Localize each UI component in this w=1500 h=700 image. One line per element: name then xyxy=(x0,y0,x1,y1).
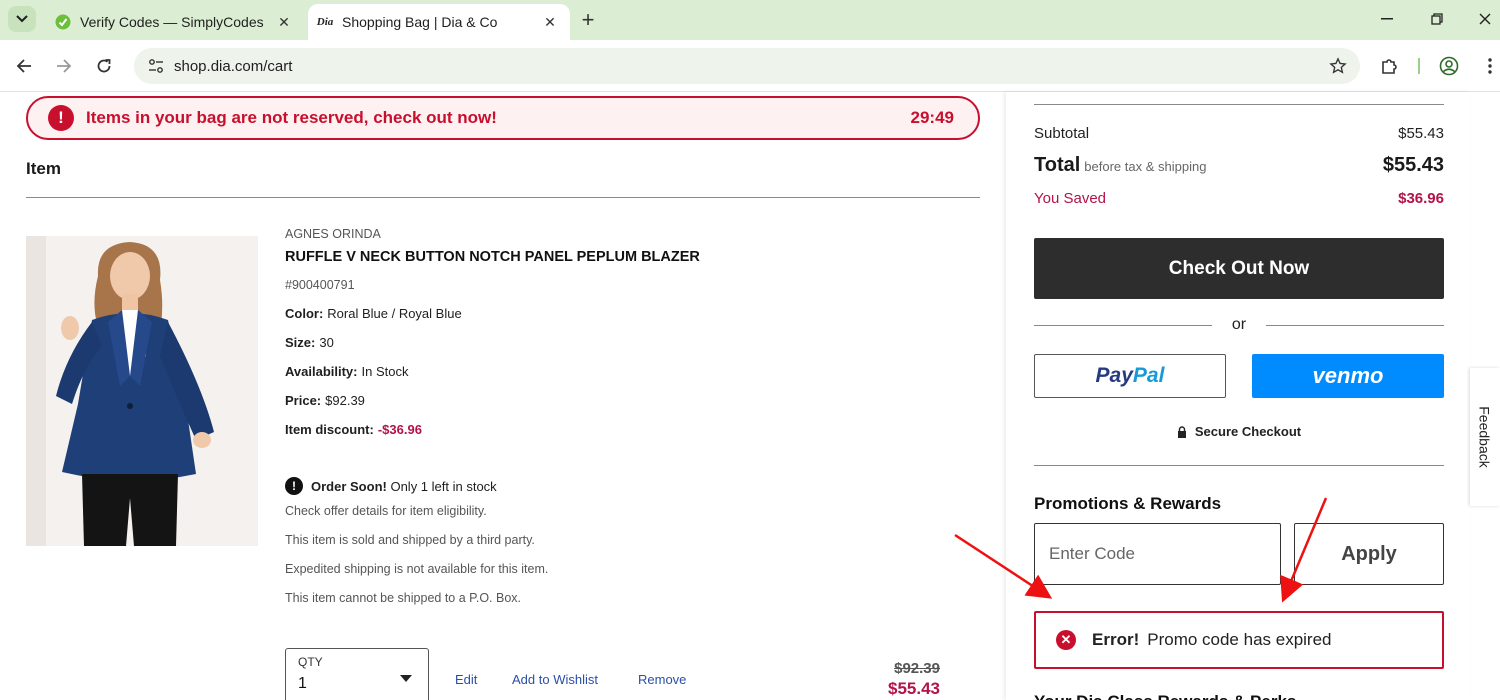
browser-toolbar: shop.dia.com/cart xyxy=(0,40,1500,92)
bookmark-star-icon[interactable] xyxy=(1320,57,1356,75)
quantity-select[interactable]: QTY 1 xyxy=(285,648,429,700)
divider xyxy=(26,197,980,198)
reload-icon xyxy=(97,59,111,73)
arrow-left-icon xyxy=(16,59,31,73)
browser-menu-icon[interactable] xyxy=(1478,54,1500,78)
remove-link[interactable]: Remove xyxy=(638,672,686,687)
reservation-alert-banner: ! Items in your bag are not reserved, ch… xyxy=(26,96,980,140)
qty-value: 1 xyxy=(298,675,307,692)
close-window-button[interactable] xyxy=(1470,8,1500,30)
dia-logo-icon: Dia xyxy=(316,16,334,28)
edit-link[interactable]: Edit xyxy=(455,672,477,687)
cart-page: ! Items in your bag are not reserved, ch… xyxy=(0,92,1500,700)
tab-shopping-bag[interactable]: Dia Shopping Bag | Dia & Co ✕ xyxy=(308,4,570,40)
simplycodes-icon xyxy=(54,13,72,31)
product-size: Size: 30 xyxy=(285,335,334,350)
total-value: $55.43 xyxy=(1382,154,1444,176)
item-note: Expedited shipping is not available for … xyxy=(285,562,549,576)
venmo-button[interactable]: venmo xyxy=(1252,354,1444,398)
toolbar-divider xyxy=(1418,58,1420,74)
check-out-now-button[interactable]: Check Out Now xyxy=(1034,238,1444,299)
profile-avatar-icon[interactable] xyxy=(1437,54,1461,78)
error-x-icon: ✕ xyxy=(1056,630,1076,650)
restore-button[interactable] xyxy=(1422,8,1452,30)
original-price: $92.39 xyxy=(894,660,940,677)
item-column-heading: Item xyxy=(26,159,61,178)
extensions-puzzle-icon[interactable] xyxy=(1378,54,1402,78)
reload-button[interactable] xyxy=(92,54,116,78)
tab-title: Verify Codes — SimplyCodes xyxy=(80,14,264,30)
arrow-right-icon xyxy=(57,59,72,73)
subtotal-row: Subtotal $55.43 xyxy=(1034,125,1444,142)
saved-value: $36.96 xyxy=(1398,190,1444,207)
tab-verify-codes[interactable]: Verify Codes — SimplyCodes ✕ xyxy=(46,4,304,40)
address-bar[interactable]: shop.dia.com/cart xyxy=(134,48,1360,84)
minimize-button[interactable] xyxy=(1372,8,1402,30)
order-summary-panel: Subtotal $55.43 Total before tax & shippi… xyxy=(1006,92,1470,700)
sale-price: $55.43 xyxy=(888,679,940,698)
dropdown-caret-icon xyxy=(400,675,412,682)
alert-icon: ! xyxy=(48,105,74,131)
item-note: This item cannot be shipped to a P.O. Bo… xyxy=(285,591,522,605)
rewards-heading: Your Dia Class Rewards & Perks xyxy=(1034,692,1296,700)
exclamation-icon: ! xyxy=(285,477,303,495)
url-text: shop.dia.com/cart xyxy=(174,57,293,75)
or-divider: or xyxy=(1034,316,1445,334)
you-saved-row: You Saved $36.96 xyxy=(1034,190,1444,207)
product-price: Price: $92.39 xyxy=(285,393,365,408)
apply-promo-button[interactable]: Apply xyxy=(1294,523,1444,585)
lock-icon xyxy=(1177,425,1187,438)
product-brand: AGNES ORINDA xyxy=(285,227,381,241)
add-to-wishlist-link[interactable]: Add to Wishlist xyxy=(512,672,598,687)
countdown-timer: 29:49 xyxy=(910,108,954,127)
feedback-tab[interactable]: Feedback xyxy=(1470,368,1500,506)
site-settings-icon[interactable] xyxy=(138,58,174,74)
tab-title: Shopping Bag | Dia & Co xyxy=(342,14,498,30)
forward-button[interactable] xyxy=(52,54,76,78)
product-image[interactable] xyxy=(26,236,258,546)
product-sku: #900400791 xyxy=(285,278,355,292)
product-availability: Availability: In Stock xyxy=(285,364,409,379)
paypal-button[interactable]: Pay Pal xyxy=(1034,354,1226,398)
secure-checkout-label: Secure Checkout xyxy=(1034,424,1444,439)
product-item-discount: Item discount: -$36.96 xyxy=(285,422,422,437)
total-row: Total before tax & shipping $55.43 xyxy=(1034,154,1444,176)
new-tab-button[interactable]: + xyxy=(576,8,600,32)
item-note: This item is sold and shipped by a third… xyxy=(285,533,535,547)
back-button[interactable] xyxy=(12,54,36,78)
promotions-heading: Promotions & Rewards xyxy=(1034,494,1222,513)
chevron-down-icon xyxy=(16,15,28,23)
close-tab-icon[interactable]: ✕ xyxy=(540,12,560,32)
divider xyxy=(1034,104,1444,105)
subtotal-value: $55.43 xyxy=(1398,125,1444,142)
item-note: Check offer details for item eligibility… xyxy=(285,504,487,518)
reservation-message: Items in your bag are not reserved, chec… xyxy=(86,108,497,127)
promo-error-message: ✕ Error! Promo code has expired xyxy=(1034,611,1444,669)
product-name[interactable]: RUFFLE V NECK BUTTON NOTCH PANEL PEPLUM … xyxy=(285,249,700,265)
qty-label: QTY xyxy=(298,655,323,669)
browser-tab-bar: Verify Codes — SimplyCodes ✕ Dia Shoppin… xyxy=(0,0,1500,40)
divider xyxy=(1034,465,1444,466)
product-color: Color: Roral Blue / Royal Blue xyxy=(285,306,462,321)
order-soon-notice: ! Order Soon! Only 1 left in stock xyxy=(285,477,497,495)
tab-search-button[interactable] xyxy=(8,6,36,32)
promo-code-input[interactable] xyxy=(1034,523,1281,585)
close-tab-icon[interactable]: ✕ xyxy=(274,12,294,32)
